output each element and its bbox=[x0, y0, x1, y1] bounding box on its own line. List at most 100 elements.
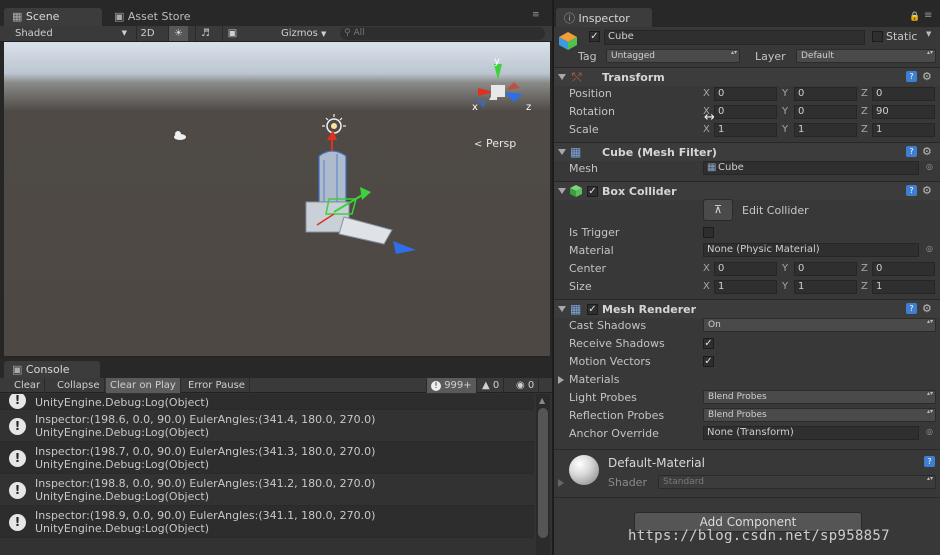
help-icon[interactable]: ? bbox=[906, 71, 917, 82]
materials-label[interactable]: Materials bbox=[569, 373, 619, 386]
lock-icon[interactable]: 🔒 bbox=[909, 12, 920, 22]
rotation-x-field[interactable]: 0 bbox=[714, 105, 777, 119]
scene-search-input[interactable]: ⚲ All bbox=[340, 27, 545, 40]
list-item[interactable]: ! Inspector:(198.7, 0.0, 90.0) EulerAngl… bbox=[0, 442, 534, 474]
fold-arrow-icon[interactable] bbox=[558, 149, 566, 155]
object-picker-icon[interactable]: ◎ bbox=[926, 244, 933, 253]
tab-asset-store[interactable]: ▣ Asset Store bbox=[106, 8, 216, 26]
box-collider-enabled-checkbox[interactable]: ✓ bbox=[587, 186, 598, 197]
position-y-field[interactable]: 0 bbox=[794, 87, 857, 101]
scene-viewport[interactable]: y x z < Persp bbox=[4, 42, 550, 356]
clear-button[interactable]: Clear bbox=[10, 378, 46, 393]
mesh-grid-icon: ▦ bbox=[570, 145, 582, 159]
list-item[interactable]: ! Inspector:(198.9, 0.0, 90.0) EulerAngl… bbox=[0, 506, 534, 538]
fold-arrow-icon[interactable] bbox=[558, 188, 566, 194]
object-picker-icon[interactable]: ◎ bbox=[926, 427, 933, 436]
scale-z-field[interactable]: 1 bbox=[872, 123, 935, 137]
shader-dropdown[interactable]: Standard bbox=[658, 475, 936, 489]
mesh-renderer-header[interactable]: ▦ ✓ Mesh Renderer ? ⚙ bbox=[554, 299, 940, 318]
panel-menu-icon[interactable]: ≡ bbox=[532, 10, 540, 20]
fold-arrow-icon[interactable] bbox=[558, 306, 566, 312]
help-icon[interactable]: ? bbox=[906, 303, 917, 314]
axis-y-label: Y bbox=[782, 263, 789, 274]
center-z-field[interactable]: 0 bbox=[872, 262, 935, 276]
grid-icon: ▦ bbox=[12, 10, 23, 23]
collider-material-field[interactable]: None (Physic Material) bbox=[703, 243, 919, 257]
axis-z-label: Z bbox=[861, 106, 868, 117]
static-checkbox[interactable] bbox=[872, 31, 883, 42]
scale-x-field[interactable]: 1 bbox=[714, 123, 777, 137]
log-count-toggle[interactable]: ! 999+ bbox=[426, 378, 477, 393]
collider-material-label: Material bbox=[569, 244, 614, 257]
help-icon[interactable]: ? bbox=[906, 185, 917, 196]
persp-label[interactable]: Persp bbox=[486, 137, 516, 150]
effects-toggle-icon[interactable]: ▣ bbox=[222, 26, 242, 41]
position-x-field[interactable]: 0 bbox=[714, 87, 777, 101]
panel-menu-icon[interactable]: ≡ bbox=[924, 10, 932, 21]
fold-arrow-right-icon[interactable] bbox=[558, 376, 564, 384]
cast-shadows-dropdown[interactable]: On bbox=[703, 318, 936, 332]
box-collider-header[interactable]: ✓ Box Collider ? ⚙ bbox=[554, 181, 940, 200]
tab-inspector[interactable]: ⓘ Inspector bbox=[556, 8, 652, 27]
fold-arrow-icon[interactable] bbox=[558, 74, 566, 80]
motion-vectors-checkbox[interactable]: ✓ bbox=[703, 356, 714, 367]
rotation-y-field[interactable]: 0 bbox=[794, 105, 857, 119]
size-z-field[interactable]: 1 bbox=[872, 280, 935, 294]
mesh-object-field[interactable]: ▦ Cube bbox=[703, 161, 919, 175]
tag-dropdown[interactable]: Untagged bbox=[606, 49, 740, 63]
anchor-override-field[interactable]: None (Transform) bbox=[703, 426, 919, 440]
console-scrollbar[interactable]: ▲ bbox=[536, 394, 550, 555]
gear-icon[interactable]: ⚙ bbox=[922, 302, 932, 315]
mesh-filter-header[interactable]: ▦ Cube (Mesh Filter) ? ⚙ bbox=[554, 142, 940, 161]
info-icon: ! bbox=[9, 514, 26, 531]
edit-collider-button[interactable]: ⊼ bbox=[703, 199, 733, 221]
gear-icon[interactable]: ⚙ bbox=[922, 184, 932, 197]
axis-z-label: Z bbox=[861, 124, 868, 135]
list-item[interactable]: ! Inspector:(198.6, 0.0, 90.0) EulerAngl… bbox=[0, 410, 534, 442]
error-pause-button[interactable]: Error Pause bbox=[184, 378, 250, 393]
is-trigger-checkbox[interactable] bbox=[703, 227, 714, 238]
size-x-field[interactable]: 1 bbox=[714, 280, 777, 294]
tab-console[interactable]: ▣ Console bbox=[4, 361, 100, 378]
rotation-z-field[interactable]: 90 bbox=[872, 105, 935, 119]
receive-shadows-checkbox[interactable]: ✓ bbox=[703, 338, 714, 349]
size-y-field[interactable]: 1 bbox=[794, 280, 857, 294]
warning-count-toggle[interactable]: ▲ 0 bbox=[478, 378, 505, 393]
info-icon: ! bbox=[9, 482, 26, 499]
2d-toggle[interactable]: 2D bbox=[136, 26, 158, 41]
active-checkbox[interactable]: ✓ bbox=[589, 31, 600, 42]
scrollbar-thumb[interactable] bbox=[538, 408, 548, 538]
reflection-probes-dropdown[interactable]: Blend Probes bbox=[703, 408, 936, 422]
object-picker-icon[interactable]: ◎ bbox=[926, 162, 933, 171]
tab-scene[interactable]: ▦ Scene bbox=[4, 8, 102, 26]
fold-arrow-right-icon[interactable] bbox=[558, 479, 564, 487]
gear-icon[interactable]: ⚙ bbox=[922, 145, 932, 158]
mesh-renderer-enabled-checkbox[interactable]: ✓ bbox=[587, 304, 598, 315]
light-probes-dropdown[interactable]: Blend Probes bbox=[703, 390, 936, 404]
layer-dropdown[interactable]: Default bbox=[796, 49, 936, 63]
gizmos-dropdown[interactable]: Gizmos ▼ bbox=[281, 26, 331, 41]
error-count-toggle[interactable]: ◉ 0 bbox=[512, 378, 540, 393]
help-icon[interactable]: ? bbox=[924, 456, 935, 467]
clear-on-play-button[interactable]: Clear on Play bbox=[106, 378, 181, 393]
dropdown-arrow-icon[interactable]: ▼ bbox=[926, 30, 931, 38]
center-x-field[interactable]: 0 bbox=[714, 262, 777, 276]
list-item[interactable]: ! Inspector:(198.8, 0.0, 90.0) EulerAngl… bbox=[0, 474, 534, 506]
lighting-toggle-icon[interactable]: ☀ bbox=[168, 26, 188, 41]
mesh-label: Mesh bbox=[569, 162, 598, 175]
gear-icon[interactable]: ⚙ bbox=[922, 70, 932, 83]
center-y-field[interactable]: 0 bbox=[794, 262, 857, 276]
collapse-button[interactable]: Collapse bbox=[53, 378, 105, 393]
shading-mode-dropdown[interactable]: Shaded ▼ bbox=[15, 26, 130, 41]
object-name-field[interactable]: Cube bbox=[604, 30, 865, 45]
list-item[interactable]: ! UnityEngine.Debug:Log(Object) bbox=[0, 394, 534, 410]
scroll-up-icon[interactable]: ▲ bbox=[539, 396, 545, 405]
console-log-list[interactable]: ! UnityEngine.Debug:Log(Object) ! Inspec… bbox=[0, 394, 534, 555]
persp-arrow-icon: < bbox=[474, 139, 482, 150]
help-icon[interactable]: ? bbox=[906, 146, 917, 157]
audio-toggle-icon[interactable]: ♬ bbox=[195, 26, 215, 41]
transform-icon: ⤲ bbox=[572, 70, 582, 84]
transform-header[interactable]: ⤲ Transform ? ⚙ bbox=[554, 67, 940, 86]
scale-y-field[interactable]: 1 bbox=[794, 123, 857, 137]
position-z-field[interactable]: 0 bbox=[872, 87, 935, 101]
